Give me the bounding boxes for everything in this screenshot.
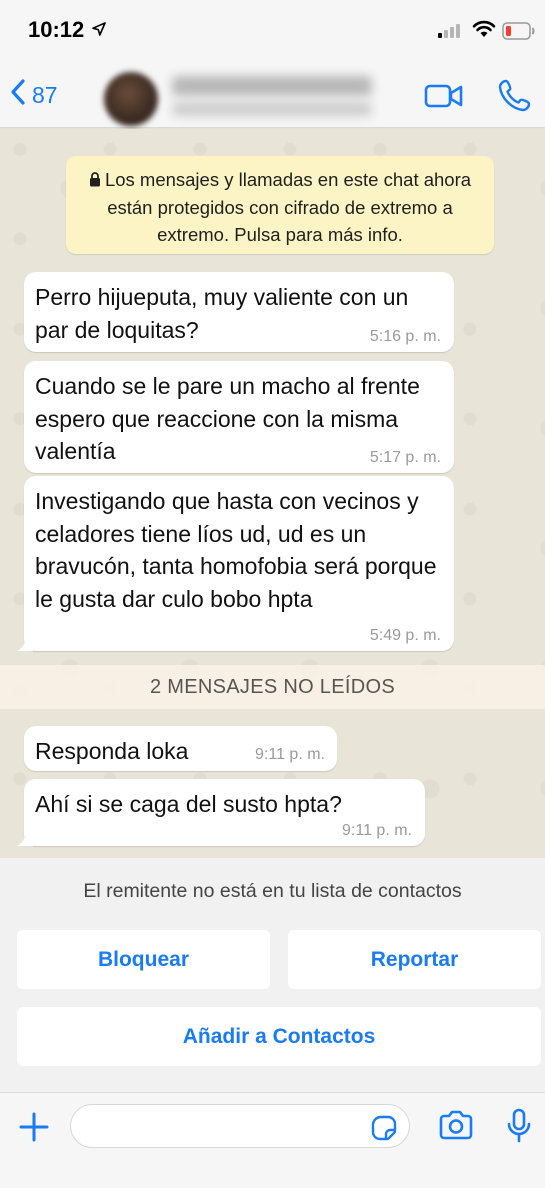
chat-area[interactable]: Los mensajes y llamadas en este chat aho… [0,129,545,858]
unread-chats-count: 87 [32,81,58,108]
contact-subtitle [172,102,372,116]
report-button[interactable]: Reportar [288,930,541,989]
message-bubble[interactable]: Ahí si se caga del susto hpta? 9:11 p. m… [17,779,425,846]
message-bubble[interactable]: Cuando se le pare un macho al frente esp… [24,361,454,473]
wifi-icon [472,20,496,43]
message-time: 5:17 p. m. [369,449,441,466]
unknown-sender-note: El remitente no está en tu lista de cont… [83,880,462,902]
sticker-icon[interactable] [370,1114,398,1147]
contact-avatar[interactable] [104,72,158,126]
message-bubble[interactable]: Responda loka 9:11 p. m. [24,726,337,771]
message-input-bar [0,1092,545,1188]
plus-icon[interactable] [18,1111,50,1148]
contact-name[interactable] [172,76,372,96]
phone-icon[interactable] [498,78,532,117]
video-camera-icon[interactable] [424,82,464,115]
message-text: Ahí si se caga del susto hpta? [35,791,342,817]
message-bubble[interactable]: Perro hijueputa, muy valiente con un par… [24,272,454,352]
cellular-signal-icon [438,24,464,43]
message-bubble[interactable]: Investigando que hasta con vecinos y cel… [17,476,454,651]
bubble-tail [17,637,33,651]
bubble-tail [17,832,33,846]
unread-messages-divider: 2 MENSAJES NO LEÍDOS [0,665,545,709]
battery-low-icon [502,22,536,45]
camera-icon[interactable] [438,1110,474,1145]
location-arrow-icon [92,22,106,41]
add-contact-button[interactable]: Añadir a Contactos [17,1007,541,1066]
chevron-left-icon [10,78,26,112]
message-text: Investigando que hasta con vecinos y cel… [35,488,437,612]
status-time: 10:12 [28,17,85,42]
message-time: 5:16 p. m. [369,328,441,345]
message-time: 9:11 p. m. [255,746,325,763]
encryption-notice[interactable]: Los mensajes y llamadas en este chat aho… [66,156,494,254]
microphone-icon[interactable] [506,1108,532,1149]
block-button[interactable]: Bloquear [17,930,270,989]
encryption-notice-text: Los mensajes y llamadas en este chat aho… [104,169,472,245]
back-button[interactable]: 87 [10,78,58,112]
unknown-sender-panel: El remitente no está en tu lista de cont… [0,858,545,1092]
chat-header: 87 [0,62,545,128]
message-time: 9:11 p. m. [342,822,412,839]
status-bar: 10:12 [0,0,545,62]
message-input[interactable] [70,1104,410,1148]
lock-icon [89,167,101,194]
message-time: 5:49 p. m. [369,627,441,644]
